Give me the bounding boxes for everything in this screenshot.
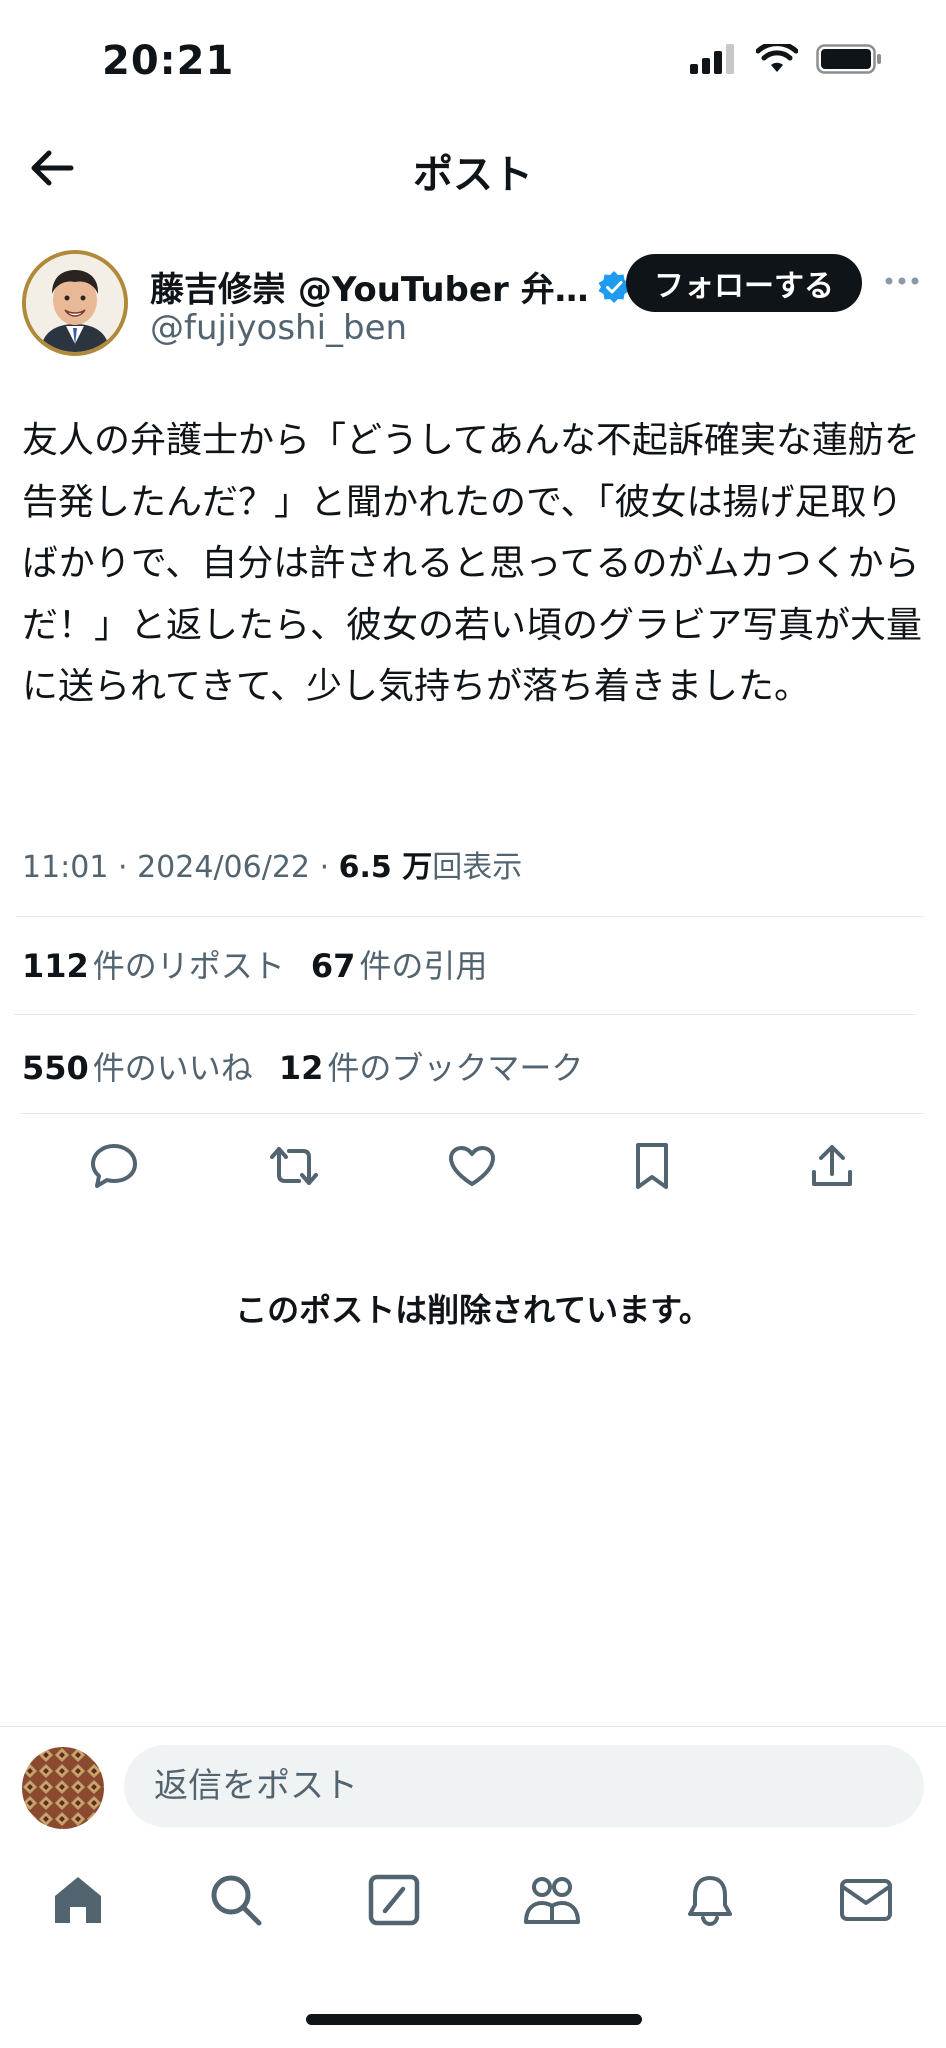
quotes-count: 67 <box>310 947 356 985</box>
follow-button[interactable]: フォローする <box>626 254 862 312</box>
author-display-name: 藤吉修崇 @YouTuber 弁… <box>150 270 589 310</box>
notifications-icon <box>688 1876 732 1927</box>
author-avatar-illustration <box>26 254 124 352</box>
bookmark-button[interactable] <box>622 1136 682 1196</box>
wifi-icon <box>756 44 798 72</box>
share-button[interactable] <box>802 1136 862 1196</box>
user-avatar-pattern <box>22 1747 104 1829</box>
messages-icon <box>840 1879 892 1921</box>
nav-grok[interactable] <box>354 1860 434 1940</box>
meta-separator: · <box>319 850 339 885</box>
divider <box>16 916 924 917</box>
tweet-meta: 11:01 · 2024/06/22 · 6.5 万回表示 <box>22 842 522 886</box>
more-horizontal-icon <box>885 277 919 285</box>
share-icon <box>812 1145 852 1186</box>
views-count: 6.5 万 <box>338 850 433 885</box>
reposts-label: 件のリポスト <box>92 947 285 985</box>
battery-icon <box>816 44 881 74</box>
bookmarks-stat[interactable]: 12 件のブックマーク <box>279 1043 584 1089</box>
quotes-stat[interactable]: 67 件の引用 <box>311 941 488 987</box>
tweet-text: 友人の弁護士から「どうしてあんな不起訴確実な蓮舫を告発したんだ？」と聞かれたので… <box>22 420 923 707</box>
nav-notifications[interactable] <box>670 1860 750 1940</box>
reply-bar <box>0 1726 946 1836</box>
like-icon <box>449 1146 495 1186</box>
action-bar <box>0 1130 946 1200</box>
nav-home[interactable] <box>38 1860 118 1940</box>
repost-icon <box>270 1147 318 1185</box>
author-avatar[interactable] <box>22 250 128 356</box>
reply-button[interactable] <box>84 1136 144 1196</box>
likes-stat[interactable]: 550 件のいいね <box>22 1043 253 1089</box>
search-icon <box>211 1875 262 1926</box>
cellular-signal-icon <box>690 44 734 74</box>
repost-button[interactable] <box>264 1136 324 1196</box>
top-header: ポスト <box>0 130 946 210</box>
meta-separator: · <box>118 850 138 885</box>
quotes-label: 件の引用 <box>359 947 488 985</box>
stats-row-likes: 550 件のいいね 12 件のブックマーク <box>22 1043 583 1089</box>
status-bar: 20:21 <box>0 0 946 120</box>
nav-search[interactable] <box>196 1860 276 1940</box>
tweet-date[interactable]: 2024/06/22 <box>137 850 310 885</box>
stats-row-reposts: 112 件のリポスト 67 件の引用 <box>22 941 487 987</box>
bookmarks-label: 件のブックマーク <box>327 1049 584 1087</box>
views-label: 回表示 <box>432 850 523 885</box>
reply-icon <box>91 1144 137 1188</box>
more-options-button[interactable] <box>880 266 924 296</box>
divider <box>20 1113 924 1114</box>
reply-input[interactable] <box>124 1745 924 1827</box>
author-name-row[interactable]: 藤吉修崇 @YouTuber 弁… <box>150 262 631 311</box>
tweet-time[interactable]: 11:01 <box>22 850 108 885</box>
reposts-count: 112 <box>22 947 89 985</box>
communities-icon <box>524 1877 580 1924</box>
divider <box>14 1014 916 1015</box>
deleted-notice: このポストは削除されています。 <box>235 1291 711 1329</box>
home-indicator[interactable] <box>306 2014 642 2025</box>
bookmarks-count: 12 <box>278 1049 324 1087</box>
page-title: ポスト <box>413 152 533 198</box>
likes-count: 550 <box>22 1049 89 1087</box>
bookmark-icon <box>636 1143 668 1189</box>
user-avatar[interactable] <box>22 1747 104 1829</box>
status-icons <box>690 44 882 74</box>
grok-icon <box>368 1874 420 1926</box>
author-row: 藤吉修崇 @YouTuber 弁… @fujiyoshi_ben フォローする <box>0 248 946 358</box>
reposts-stat[interactable]: 112 件のリポスト <box>22 941 285 987</box>
likes-label: 件のいいね <box>92 1049 253 1087</box>
status-time: 20:21 <box>102 38 235 84</box>
author-handle[interactable]: @fujiyoshi_ben <box>150 308 407 348</box>
nav-communities[interactable] <box>512 1860 592 1940</box>
home-icon <box>55 1877 101 1923</box>
like-button[interactable] <box>442 1136 502 1196</box>
bottom-nav <box>0 1860 946 1950</box>
nav-messages[interactable] <box>826 1860 906 1940</box>
